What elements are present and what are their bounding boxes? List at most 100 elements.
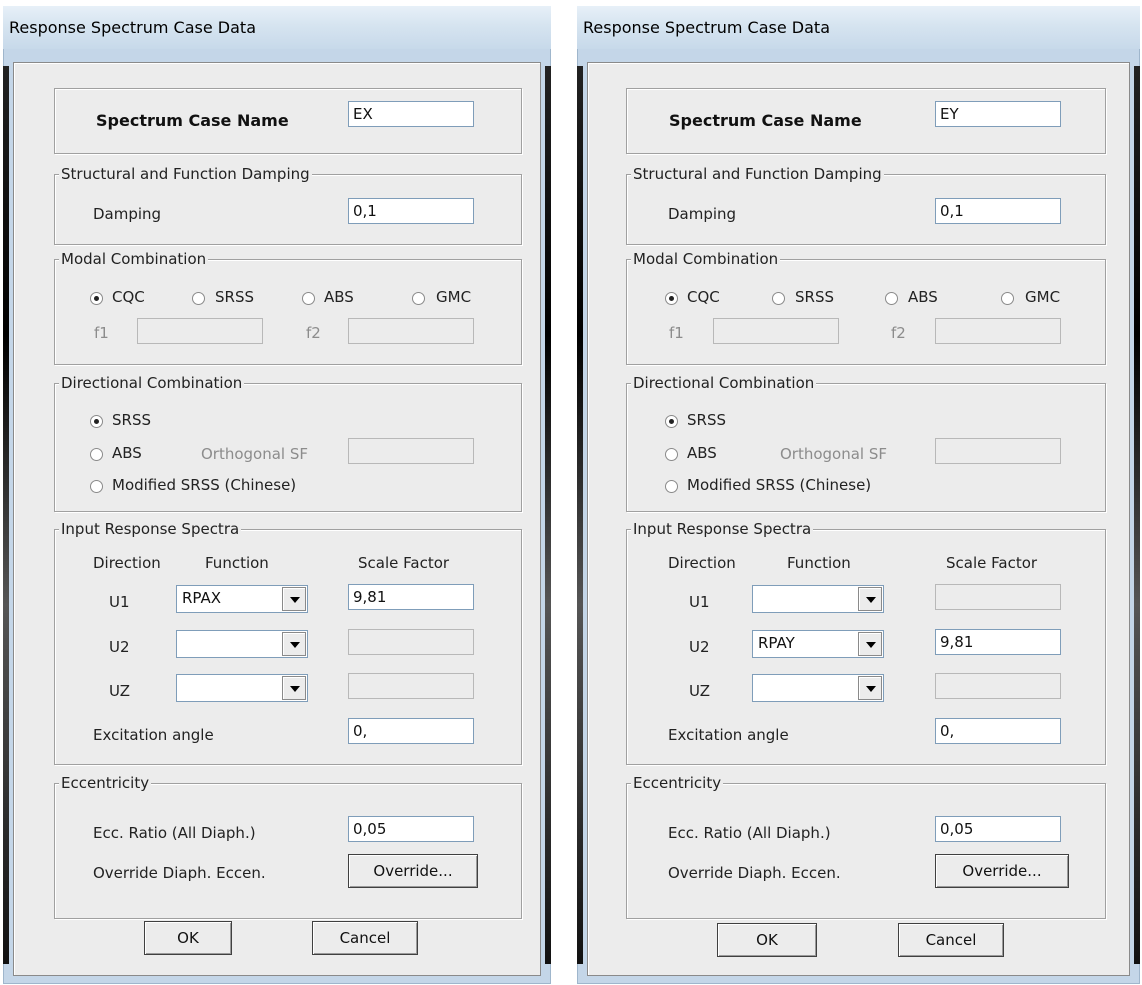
- dialog-body: Spectrum Case Name EX Structural and Fun…: [13, 62, 541, 976]
- modal-cqc-radio[interactable]: [665, 292, 678, 305]
- f1-label: f1: [669, 324, 684, 342]
- excitation-angle-label: Excitation angle: [668, 726, 789, 744]
- window-edge: [545, 66, 551, 964]
- modal-gmc-radio[interactable]: [1001, 292, 1014, 305]
- title-bar[interactable]: Response Spectrum Case Data: [577, 6, 1140, 50]
- directional-combination-title: Directional Combination: [631, 374, 817, 392]
- f2-input: [935, 318, 1061, 344]
- scale-factor-header: Scale Factor: [358, 554, 450, 572]
- window-edge: [3, 66, 9, 964]
- window-edge: [1134, 66, 1140, 964]
- function-u2-value: RPAY: [758, 634, 795, 652]
- damping-group-title: Structural and Function Damping: [631, 165, 884, 183]
- f2-label: f2: [306, 324, 321, 342]
- chevron-down-icon[interactable]: [858, 587, 882, 611]
- dir-srss-label: SRSS: [112, 411, 151, 429]
- damping-input[interactable]: 0,1: [935, 198, 1061, 224]
- ecc-ratio-input[interactable]: 0,05: [935, 816, 1061, 842]
- modal-srss-label: SRSS: [215, 288, 254, 306]
- function-header: Function: [205, 554, 269, 572]
- input-response-spectra-group: Input Response Spectra Direction Functio…: [54, 520, 522, 765]
- modal-combination-title: Modal Combination: [631, 250, 781, 268]
- ok-button[interactable]: OK: [717, 923, 817, 957]
- modal-cqc-label: CQC: [112, 288, 145, 306]
- dir-modified-srss-label: Modified SRSS (Chinese): [112, 476, 297, 494]
- eccentricity-group: Eccentricity Ecc. Ratio (All Diaph.) 0,0…: [626, 774, 1106, 919]
- dir-srss-label: SRSS: [687, 411, 726, 429]
- title-bar[interactable]: Response Spectrum Case Data: [3, 6, 551, 50]
- window-edge: [577, 66, 583, 964]
- direction-uz-label: UZ: [109, 682, 130, 700]
- case-name-label: Spectrum Case Name: [669, 111, 862, 130]
- chevron-down-icon[interactable]: [282, 587, 306, 611]
- dir-abs-radio[interactable]: [665, 448, 678, 461]
- function-uz-dropdown[interactable]: [176, 674, 308, 702]
- scale-u1-input: [935, 584, 1061, 610]
- dialog-title: Response Spectrum Case Data: [583, 18, 830, 37]
- modal-abs-radio[interactable]: [302, 292, 315, 305]
- override-button[interactable]: Override...: [348, 854, 478, 888]
- direction-u2-label: U2: [689, 638, 710, 656]
- damping-group-title: Structural and Function Damping: [59, 165, 312, 183]
- case-name-box: Spectrum Case Name EX: [54, 88, 522, 154]
- function-u2-dropdown[interactable]: RPAY: [752, 630, 884, 658]
- case-name-input[interactable]: EY: [935, 101, 1061, 127]
- scale-u1-input[interactable]: 9,81: [348, 584, 474, 610]
- chevron-down-icon[interactable]: [282, 632, 306, 656]
- input-response-spectra-title: Input Response Spectra: [631, 520, 814, 538]
- modal-cqc-radio[interactable]: [90, 292, 103, 305]
- damping-input[interactable]: 0,1: [348, 198, 474, 224]
- scale-uz-input: [348, 673, 474, 699]
- cancel-button[interactable]: Cancel: [898, 923, 1004, 957]
- function-u2-dropdown[interactable]: [176, 630, 308, 658]
- eccentricity-title: Eccentricity: [631, 774, 724, 792]
- ecc-ratio-label: Ecc. Ratio (All Diaph.): [93, 824, 256, 842]
- f1-label: f1: [94, 324, 109, 342]
- directional-combination-group: Directional Combination SRSS ABS Orthogo…: [54, 374, 522, 512]
- modal-abs-radio[interactable]: [885, 292, 898, 305]
- dir-srss-radio[interactable]: [90, 415, 103, 428]
- chevron-down-icon[interactable]: [282, 676, 306, 700]
- override-button[interactable]: Override...: [935, 854, 1069, 888]
- case-name-input[interactable]: EX: [348, 101, 474, 127]
- ecc-ratio-input[interactable]: 0,05: [348, 816, 474, 842]
- modal-srss-radio[interactable]: [772, 292, 785, 305]
- f1-input: [137, 318, 263, 344]
- direction-u1-label: U1: [689, 593, 710, 611]
- dir-modified-srss-radio[interactable]: [665, 480, 678, 493]
- input-response-spectra-group: Input Response Spectra Direction Functio…: [626, 520, 1106, 765]
- eccentricity-title: Eccentricity: [59, 774, 152, 792]
- function-header: Function: [787, 554, 851, 572]
- dir-srss-radio[interactable]: [665, 415, 678, 428]
- excitation-angle-input[interactable]: 0,: [348, 718, 474, 744]
- direction-header: Direction: [93, 554, 161, 572]
- excitation-angle-label: Excitation angle: [93, 726, 214, 744]
- orthogonal-sf-input: [935, 438, 1061, 464]
- scale-u2-input[interactable]: 9,81: [935, 629, 1061, 655]
- function-u1-dropdown[interactable]: RPAX: [176, 585, 308, 613]
- modal-cqc-label: CQC: [687, 288, 720, 306]
- cancel-button[interactable]: Cancel: [312, 921, 418, 955]
- chevron-down-icon[interactable]: [858, 676, 882, 700]
- function-uz-dropdown[interactable]: [752, 674, 884, 702]
- scale-uz-input: [935, 673, 1061, 699]
- modal-abs-label: ABS: [908, 288, 938, 306]
- modal-gmc-label: GMC: [436, 288, 472, 306]
- dir-modified-srss-radio[interactable]: [90, 480, 103, 493]
- ok-button[interactable]: OK: [144, 921, 232, 955]
- chevron-down-icon[interactable]: [858, 632, 882, 656]
- modal-srss-radio[interactable]: [192, 292, 205, 305]
- direction-header: Direction: [668, 554, 736, 572]
- orthogonal-sf-input: [348, 438, 474, 464]
- damping-group: Structural and Function Damping Damping …: [626, 165, 1106, 245]
- modal-gmc-radio[interactable]: [412, 292, 425, 305]
- damping-group: Structural and Function Damping Damping …: [54, 165, 522, 245]
- dir-abs-radio[interactable]: [90, 448, 103, 461]
- function-u1-dropdown[interactable]: [752, 585, 884, 613]
- eccentricity-group: Eccentricity Ecc. Ratio (All Diaph.) 0,0…: [54, 774, 522, 919]
- dir-abs-label: ABS: [687, 444, 717, 462]
- case-name-label: Spectrum Case Name: [96, 111, 289, 130]
- modal-gmc-label: GMC: [1025, 288, 1061, 306]
- directional-combination-group: Directional Combination SRSS ABS Orthogo…: [626, 374, 1106, 512]
- excitation-angle-input[interactable]: 0,: [935, 718, 1061, 744]
